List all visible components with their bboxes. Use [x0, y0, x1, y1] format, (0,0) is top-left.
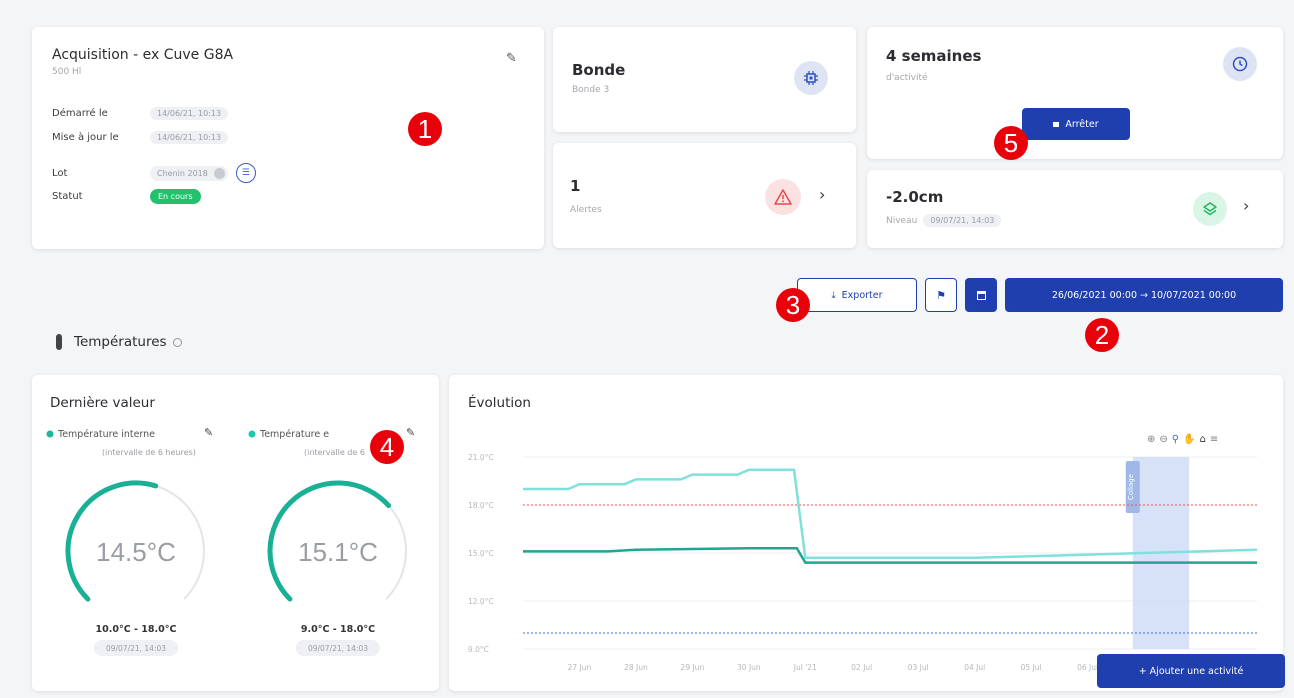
activity-card: 4 semaines d'activité Arrêter: [867, 27, 1283, 159]
bonde-card[interactable]: Bonde Bonde 3: [553, 27, 856, 132]
activity-title: 4 semaines: [886, 47, 982, 65]
gauge-timestamp: 09/07/21, 14:03: [106, 644, 166, 653]
gauge-timestamp: 09/07/21, 14:03: [308, 644, 368, 653]
gauge-value: 14.5°C: [96, 537, 176, 567]
y-tick-label: 12.0°C: [468, 597, 494, 606]
level-card[interactable]: -2.0cm Niveau 09/07/21, 14:03 ›: [867, 170, 1283, 248]
evolution-chart: 21.0°C 18.0°C 15.0°C 12.0°C 9.0°C Collage 27 J…: [468, 453, 1258, 672]
bonde-title: Bonde: [572, 61, 626, 79]
updated-label: Mise à jour le: [52, 132, 119, 143]
layers-icon: [1193, 192, 1227, 226]
date-range-button[interactable]: 26/06/2021 00:00 → 10/07/2021 00:00: [1005, 278, 1283, 312]
legend-dot: [46, 430, 54, 438]
chevron-right-icon[interactable]: ›: [1243, 196, 1249, 215]
status-label: Statut: [52, 191, 83, 202]
add-activity-button[interactable]: + Ajouter une activité: [1097, 654, 1285, 688]
y-tick-label: 9.0°C: [468, 645, 489, 654]
y-tick-label: 15.0°C: [468, 549, 494, 558]
calendar-button[interactable]: [965, 278, 997, 312]
acquisition-title: Acquisition - ex Cuve G8A: [52, 47, 234, 63]
band-label: Collage: [1127, 474, 1135, 500]
bonde-subtitle: Bonde 3: [572, 85, 610, 95]
annotation-marker-1: 1: [408, 112, 442, 146]
download-icon: ⤓: [831, 289, 836, 301]
warning-icon: [765, 179, 801, 215]
acquisition-subtitle: 500 Hl: [52, 67, 82, 77]
alerts-label: Alertes: [570, 205, 602, 215]
evolution-card: Évolution ⊕ ⊖ ⚲ ✋ ⌂ ≡ 21.0°C 18.0°C 15.0°C…: [449, 375, 1285, 691]
x-tick-label: 06 Jul: [1077, 663, 1098, 672]
last-value-card: Dernière valeur Température interne (inte…: [32, 375, 439, 691]
gauge-series-name: Température interne: [57, 429, 155, 440]
alerts-count: 1: [570, 177, 581, 195]
help-icon[interactable]: [172, 337, 182, 347]
gauge-series-name: Température e: [259, 429, 329, 440]
chevron-right-icon[interactable]: ›: [819, 185, 825, 204]
acquisition-card: Acquisition - ex Cuve G8A 500 Hl ✎ Démar…: [32, 27, 544, 249]
stop-button[interactable]: Arrêter: [1022, 108, 1130, 140]
annotation-marker-2: 2: [1085, 318, 1119, 352]
x-tick-label: 04 Jul: [964, 663, 985, 672]
x-tick-label: 28 Jun: [624, 663, 648, 672]
started-label: Démarré le: [52, 108, 108, 119]
stop-icon: [1053, 121, 1060, 127]
lot-value[interactable]: Chenin 2018: [150, 165, 228, 181]
lot-link-icon[interactable]: ☰: [235, 163, 256, 183]
x-tick-label: 02 Jul: [851, 663, 872, 672]
chip-icon: [794, 61, 828, 95]
annotation-marker-3: 3: [776, 288, 810, 322]
export-button[interactable]: ⤓ Exporter: [797, 278, 917, 312]
alerts-card[interactable]: 1 Alertes ›: [553, 143, 856, 248]
remove-lot-icon[interactable]: [213, 167, 225, 179]
level-timestamp: 09/07/21, 14:03: [923, 214, 1002, 227]
gauge-interval: (intervalle de 6 heures): [102, 448, 196, 457]
annotation-marker-4: 4: [370, 430, 404, 464]
x-tick-label: 27 Jun: [568, 663, 592, 672]
gauge-range: 9.0°C - 18.0°C: [301, 624, 375, 635]
x-tick-label: Jul '21: [793, 663, 817, 672]
edit-pencil-icon[interactable]: ✎: [506, 51, 517, 66]
gauges: Température interne (intervalle de 6 heur…: [46, 426, 415, 656]
legend-dot: [248, 430, 256, 438]
gauge-value: 15.1°C: [298, 537, 378, 567]
activity-subtitle: d'activité: [886, 73, 928, 83]
status-badge: En cours: [150, 189, 201, 204]
updated-value: 14/06/21, 10:13: [150, 131, 229, 144]
edit-pencil-icon: ✎: [406, 426, 415, 439]
x-tick-label: 03 Jul: [908, 663, 929, 672]
annotation-marker-5: 5: [994, 126, 1028, 160]
clock-icon: [1223, 47, 1257, 81]
started-value: 14/06/21, 10:13: [150, 107, 229, 120]
x-tick-label: 29 Jun: [681, 663, 705, 672]
gauge-interval: (intervalle de 6: [304, 448, 365, 457]
level-value: -2.0cm: [886, 188, 944, 206]
x-tick-label: 05 Jul: [1021, 663, 1042, 672]
thermometer-icon: [56, 334, 62, 350]
y-tick-label: 18.0°C: [468, 501, 494, 510]
level-label: Niveau: [886, 215, 918, 226]
bookmark-icon: ⚑: [936, 288, 946, 302]
edit-pencil-icon: ✎: [204, 426, 213, 439]
lot-label: Lot: [52, 167, 68, 179]
y-tick-label: 21.0°C: [468, 453, 494, 462]
calendar-icon: [976, 290, 986, 300]
bookmark-button[interactable]: ⚑: [925, 278, 957, 312]
section-title: Températures: [74, 334, 167, 350]
gauge-range: 10.0°C - 18.0°C: [96, 624, 177, 635]
x-tick-label: 30 Jun: [737, 663, 761, 672]
